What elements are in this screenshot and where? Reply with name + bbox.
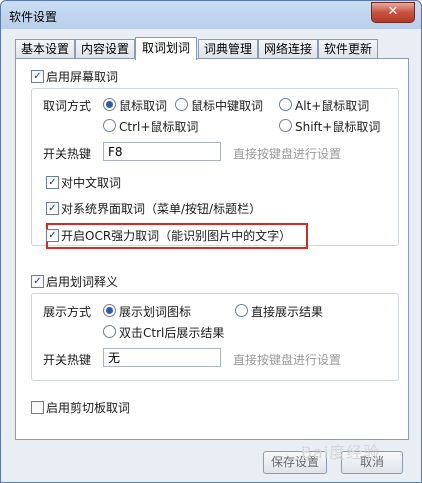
- tab-capture[interactable]: 取词划词: [135, 37, 197, 60]
- selection-hotkey-label: 开关热键: [43, 353, 92, 367]
- selection-hotkey-hint: 直接按键盘进行设置: [233, 353, 342, 367]
- radio-mouse-capture[interactable]: [103, 98, 116, 111]
- close-button[interactable]: ✕: [371, 2, 415, 23]
- close-icon: ✕: [387, 4, 399, 19]
- radio-double-ctrl[interactable]: [103, 325, 116, 338]
- radio-ctrl-capture[interactable]: [103, 119, 116, 132]
- capture-hotkey-input[interactable]: F8: [103, 142, 221, 161]
- system-ui-capture-checkbox[interactable]: ✓: [46, 202, 59, 215]
- tab-network[interactable]: 网络连接: [258, 39, 318, 59]
- tab-update[interactable]: 软件更新: [318, 39, 378, 59]
- radio-ctrl-capture-label: Ctrl+鼠标取词: [119, 120, 199, 134]
- system-ui-capture-label: 对系统界面取词（菜单/按钮/标题栏）: [61, 202, 262, 216]
- chinese-capture-checkbox[interactable]: ✓: [46, 176, 59, 189]
- radio-shift-capture-label: Shift+鼠标取词: [295, 120, 381, 134]
- selection-hotkey-input[interactable]: 无: [103, 348, 221, 367]
- chinese-capture-label: 对中文取词: [61, 176, 122, 190]
- enable-selection-label: 启用划词释义: [46, 275, 119, 289]
- radio-show-result[interactable]: [235, 304, 248, 317]
- enable-clipboard-label: 启用剪切板取词: [46, 401, 131, 415]
- ocr-capture-checkbox[interactable]: ✓: [46, 229, 59, 242]
- capture-hotkey-label: 开关热键: [43, 147, 92, 161]
- capture-method-label: 取词方式: [43, 99, 92, 113]
- display-mode-label: 展示方式: [43, 305, 92, 319]
- radio-show-icon-label: 展示划词图标: [119, 305, 192, 319]
- enable-clipboard-checkbox[interactable]: [31, 401, 44, 414]
- enable-selection-checkbox[interactable]: ✓: [31, 275, 44, 288]
- tab-content[interactable]: 内容设置: [75, 39, 135, 59]
- radio-show-icon[interactable]: [103, 304, 116, 317]
- radio-alt-capture-label: Alt+鼠标取词: [295, 99, 370, 113]
- watermark-logo: Bai度经验: [301, 443, 381, 462]
- radio-show-result-label: 直接展示结果: [251, 305, 324, 319]
- window-title: 软件设置: [9, 10, 58, 24]
- enable-screen-capture-checkbox[interactable]: ✓: [31, 70, 44, 83]
- capture-hotkey-hint: 直接按键盘进行设置: [233, 147, 342, 161]
- radio-double-ctrl-label: 双击Ctrl后展示结果: [119, 326, 225, 340]
- radio-middle-button-capture[interactable]: [175, 98, 188, 111]
- tab-dictionary[interactable]: 词典管理: [198, 39, 258, 59]
- ocr-capture-label: 开启OCR强力取词（能识别图片中的文字）: [61, 229, 292, 243]
- capture-settings-panel: ✓ 启用屏幕取词 取词方式 鼠标取词 鼠标中键取词 Alt+鼠标取词 Ctrl+…: [15, 58, 409, 440]
- radio-shift-capture[interactable]: [279, 119, 292, 132]
- tab-basic[interactable]: 基本设置: [15, 39, 75, 59]
- title-bar[interactable]: 软件设置 ✕: [1, 1, 421, 29]
- radio-mouse-capture-label: 鼠标取词: [119, 99, 168, 113]
- enable-screen-capture-label: 启用屏幕取词: [46, 70, 119, 84]
- radio-alt-capture[interactable]: [279, 98, 292, 111]
- radio-middle-button-label: 鼠标中键取词: [191, 99, 264, 113]
- settings-window: 软件设置 ✕ 基本设置 内容设置 取词划词 词典管理 网络连接 软件更新 ✓ 启…: [0, 0, 422, 483]
